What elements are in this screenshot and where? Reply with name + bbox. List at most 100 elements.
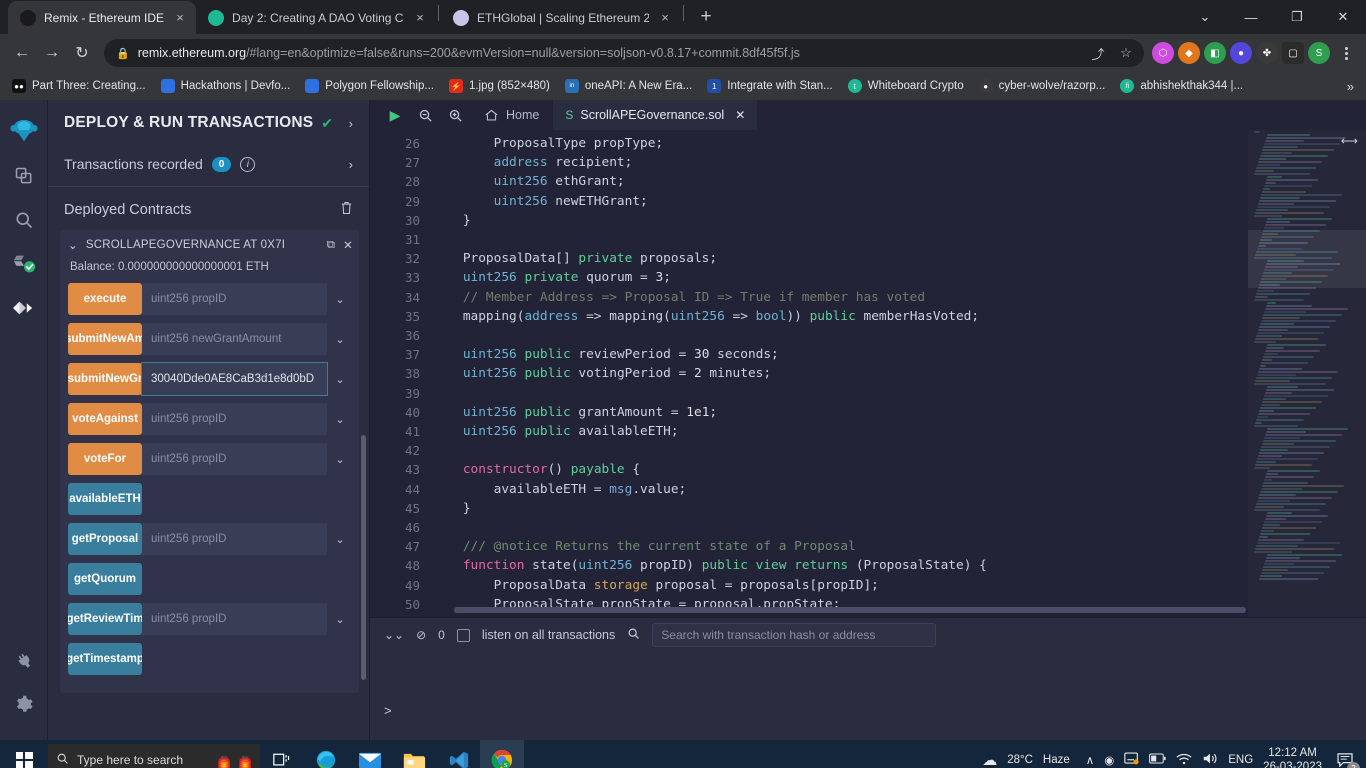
- bookmark-item[interactable]: ●● Part Three: Creating...: [6, 76, 152, 96]
- run-script-icon[interactable]: ▶: [380, 100, 410, 130]
- tray-expand-chevron-icon[interactable]: ∧: [1086, 753, 1094, 767]
- browser-tab-2[interactable]: ETHGlobal | Scaling Ethereum 20 ×: [441, 1, 681, 34]
- task-view-icon[interactable]: [260, 740, 304, 768]
- tab-close-icon[interactable]: ×: [412, 10, 428, 26]
- code-content[interactable]: ProposalType propType; address recipient…: [432, 130, 1248, 617]
- vscode-icon[interactable]: [436, 740, 480, 768]
- start-button[interactable]: [0, 740, 48, 768]
- minimap-viewport-slider[interactable]: [1248, 230, 1366, 288]
- submitnewgrant-expand-icon[interactable]: ⌄: [327, 363, 353, 395]
- execute-expand-icon[interactable]: ⌄: [327, 283, 353, 315]
- taskbar-clock[interactable]: 12:12 AM 26-03-2023: [1263, 746, 1322, 768]
- bookmark-item[interactable]: t Whiteboard Crypto: [842, 76, 970, 96]
- microsoft-edge-icon[interactable]: [304, 740, 348, 768]
- terminal-output[interactable]: >: [370, 652, 1366, 740]
- submitnewgrant-input[interactable]: [141, 362, 328, 396]
- remix-home-icon[interactable]: [4, 110, 44, 154]
- transactions-recorded-row[interactable]: Transactions recorded 0 i ›: [48, 142, 369, 187]
- bookmark-item[interactable]: 1 Integrate with Stan...: [701, 76, 838, 96]
- search-icon[interactable]: [4, 198, 44, 242]
- settings-icon[interactable]: [4, 682, 44, 726]
- tab-close-icon[interactable]: ×: [657, 10, 673, 26]
- puzzle-extension-icon[interactable]: ✤: [1256, 42, 1278, 64]
- close-window-button[interactable]: ✕: [1320, 1, 1366, 33]
- bookmark-item[interactable]: ● cyber-wolve/razorp...: [973, 76, 1112, 96]
- battery-icon[interactable]: [1149, 753, 1166, 767]
- home-tab[interactable]: Home: [470, 100, 553, 130]
- copy-icon[interactable]: ⧉: [327, 239, 335, 252]
- transactions-chevron-icon[interactable]: ›: [349, 157, 353, 172]
- panel-expand-chevron-icon[interactable]: ›: [349, 116, 353, 131]
- execute-button[interactable]: execute: [68, 283, 142, 315]
- terminal-clear-icon[interactable]: ⊘: [416, 628, 426, 642]
- votefor-expand-icon[interactable]: ⌄: [327, 443, 353, 475]
- mail-icon[interactable]: [348, 740, 392, 768]
- terminal-collapse-icon[interactable]: ⌄⌄: [384, 628, 404, 642]
- phantom-extension-icon[interactable]: ●: [1230, 42, 1252, 64]
- browser-tab-0[interactable]: Remix - Ethereum IDE ×: [8, 1, 197, 34]
- editor-minimap[interactable]: ⟷: [1248, 130, 1366, 617]
- getreviewtime-button[interactable]: getReviewTim: [68, 603, 142, 635]
- taskbar-search-box[interactable]: Type here to search 🏮🏮: [48, 744, 260, 768]
- bookmark-item[interactable]: in oneAPI: A New Era...: [559, 76, 698, 96]
- info-icon[interactable]: i: [240, 156, 256, 172]
- plugin-manager-icon[interactable]: [4, 638, 44, 682]
- contract-close-icon[interactable]: ✕: [343, 238, 353, 252]
- terminal-search-input[interactable]: [652, 623, 937, 647]
- submitnewamount-button[interactable]: submitNewAm: [68, 323, 142, 355]
- notification-center-button[interactable]: 2: [1332, 747, 1360, 768]
- colorpicker-extension-icon[interactable]: ◧: [1204, 42, 1226, 64]
- file-explorer-icon[interactable]: [4, 154, 44, 198]
- zoom-in-icon[interactable]: [440, 100, 470, 130]
- solidity-compiler-icon[interactable]: [4, 242, 44, 286]
- execute-input[interactable]: [142, 283, 327, 315]
- trash-icon[interactable]: [340, 201, 353, 218]
- volume-icon[interactable]: [1202, 752, 1218, 768]
- zoom-out-icon[interactable]: [410, 100, 440, 130]
- profile-avatar[interactable]: S: [1308, 42, 1330, 64]
- google-chrome-icon[interactable]: S: [480, 740, 524, 768]
- metamask-extension-icon[interactable]: ◆: [1178, 42, 1200, 64]
- bookmark-item[interactable]: fi abhishekthak344 |...: [1114, 76, 1249, 96]
- back-button[interactable]: ←: [8, 39, 36, 67]
- screen-record-icon[interactable]: ◉: [1104, 753, 1114, 767]
- submitnewamount-input[interactable]: [142, 323, 327, 355]
- getquorum-button[interactable]: getQuorum: [68, 563, 142, 595]
- browser-tab-1[interactable]: Day 2: Creating A DAO Voting Co ×: [196, 1, 436, 34]
- share-icon[interactable]: ⤴: [1088, 43, 1108, 63]
- reload-button[interactable]: ↻: [68, 39, 96, 67]
- getreviewtime-input[interactable]: [142, 603, 327, 635]
- contract-expand-caret-icon[interactable]: ⌄: [68, 238, 78, 252]
- editor-horizontal-scrollbar[interactable]: [454, 607, 1246, 613]
- getreviewtime-expand-icon[interactable]: ⌄: [327, 603, 353, 635]
- votefor-input[interactable]: [142, 443, 327, 475]
- forward-button[interactable]: →: [38, 39, 66, 67]
- wifi-icon[interactable]: [1176, 752, 1192, 768]
- submitnewgrant-button[interactable]: submitNewGr: [68, 363, 142, 395]
- tab-close-icon[interactable]: ×: [172, 10, 188, 26]
- file-tab-scrollapegovernance[interactable]: S ScrollAPEGovernance.sol ✕: [553, 100, 758, 130]
- minimap-resize-icon[interactable]: ⟷: [1341, 134, 1358, 148]
- getproposal-button[interactable]: getProposal: [68, 523, 142, 555]
- contract-card-header[interactable]: ⌄ SCROLLAPEGOVERNANCE AT 0X7I ⧉ ✕: [68, 238, 353, 253]
- getproposal-expand-icon[interactable]: ⌄: [327, 523, 353, 555]
- weather-icon[interactable]: ☁: [982, 751, 997, 768]
- chrome-menu-button[interactable]: [1334, 40, 1358, 66]
- bookmark-item[interactable]: ⚡ 1.jpg (852×480): [443, 76, 556, 96]
- bookmark-item[interactable]: Polygon Fellowship...: [299, 76, 440, 96]
- availableeth-button[interactable]: availableETH: [68, 483, 142, 515]
- maximize-button[interactable]: ❐: [1274, 1, 1320, 33]
- bookmarks-overflow-icon[interactable]: »: [1341, 79, 1360, 94]
- panel-scrollbar[interactable]: [361, 435, 366, 680]
- tab-search-chevron-icon[interactable]: ⌄: [1182, 1, 1228, 33]
- submitnewamount-expand-icon[interactable]: ⌄: [327, 323, 353, 355]
- address-bar[interactable]: 🔒 remix.ethereum.org/#lang=en&optimize=f…: [104, 39, 1144, 67]
- getproposal-input[interactable]: [142, 523, 327, 555]
- new-tab-button[interactable]: +: [692, 3, 720, 31]
- bookmark-item[interactable]: Hackathons | Devfo...: [155, 76, 297, 96]
- file-explorer-icon[interactable]: [392, 740, 436, 768]
- onedrive-icon[interactable]: [1124, 752, 1139, 768]
- side-panel-icon[interactable]: ▢: [1282, 42, 1304, 64]
- minimize-button[interactable]: —: [1228, 1, 1274, 33]
- voteagainst-expand-icon[interactable]: ⌄: [327, 403, 353, 435]
